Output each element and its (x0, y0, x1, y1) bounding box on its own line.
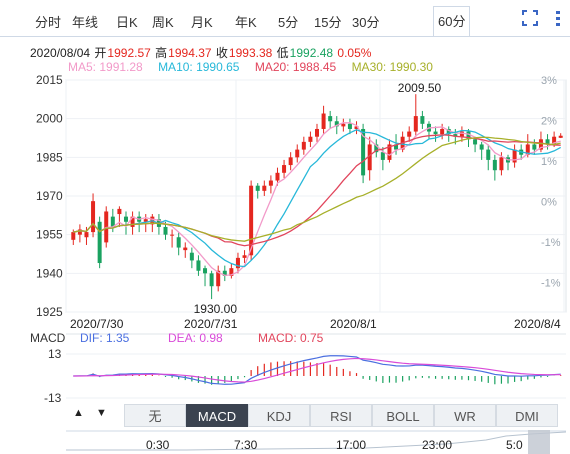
indicator-button-4[interactable]: BOLL (372, 404, 434, 427)
candle-body (433, 131, 438, 135)
candle-body (479, 144, 484, 150)
candle-body (275, 172, 280, 181)
candle-body (255, 185, 260, 191)
candle-body (558, 135, 563, 138)
candle-body (328, 116, 333, 122)
candlestick-chart[interactable]: 2015 2000 1985 1970 1955 1940 1925 3% 2% 1% 0% -1% -… (0, 0, 570, 404)
candle-body (176, 237, 181, 248)
y-right-tick-label: -1% (541, 237, 561, 249)
timeline-label-0: 0:30 (146, 438, 170, 452)
y-right-tick-label: 0% (541, 197, 557, 209)
candle-body (189, 252, 194, 261)
candle-body (163, 226, 168, 235)
y-right-tick-label: 1% (541, 156, 557, 168)
candle-body (84, 232, 89, 238)
candle-body (459, 131, 464, 137)
y-tick-label: 1925 (36, 305, 63, 319)
candle-body (440, 128, 445, 135)
candle-body (380, 152, 385, 160)
y-tick-label: 2000 (36, 112, 63, 126)
candle-body (282, 165, 287, 173)
candle-body (97, 221, 102, 264)
timeline-label-2: 17:00 (336, 438, 367, 452)
candle-body (242, 255, 247, 258)
timeline-bar[interactable]: 0:30 7:30 17:00 23:00 5:0 (66, 430, 566, 454)
x-tick-label: 2020/7/31 (184, 317, 238, 331)
y-tick-label: 1955 (36, 228, 63, 242)
candle-body (473, 139, 478, 145)
candle-body (486, 149, 491, 160)
candle-body (308, 136, 313, 142)
macd-legend: MACD: 0.75 (258, 331, 324, 345)
indicator-button-2[interactable]: KDJ (248, 404, 310, 427)
candle-body (341, 123, 346, 127)
candle-body (183, 247, 188, 251)
candle-body (196, 260, 201, 271)
y-tick-label: 2015 (36, 73, 63, 87)
macd-title: MACD (30, 331, 66, 345)
macd-tick-top: 13 (48, 347, 62, 361)
indicator-button-3[interactable]: RSI (310, 404, 372, 427)
indicator-button-5[interactable]: WR (434, 404, 496, 427)
candle-body (301, 141, 306, 150)
indicator-button-6[interactable]: DMI (496, 404, 558, 427)
x-tick-label: 2020/7/30 (70, 317, 124, 331)
candle-body (71, 232, 76, 240)
candle-body (123, 216, 128, 222)
candle-body (413, 116, 418, 132)
y-tick-label: 1940 (36, 266, 63, 280)
candle-body (170, 234, 175, 236)
candle-body (532, 144, 537, 150)
candle-body (268, 180, 273, 186)
x-tick-label: 2020/8/1 (330, 317, 377, 331)
candle-body (492, 159, 497, 171)
timeline-label-4: 5:0 (506, 438, 523, 452)
indicator-button-0[interactable]: 无 (124, 404, 186, 427)
candle-body (315, 128, 319, 137)
y-right-tick-label: -1% (541, 278, 561, 290)
ma5-line (73, 122, 561, 277)
low-annotation: 1930.00 (194, 302, 238, 316)
timeline-sparkline (66, 430, 566, 454)
candle-body (420, 116, 425, 124)
candle-body (295, 149, 300, 158)
candle-body (91, 201, 96, 233)
candle-body (407, 131, 412, 137)
y-tick-label: 1985 (36, 150, 63, 164)
indicator-bar: ▲ ▼ 无 MACD KDJ RSI BOLL WR DMI (66, 404, 566, 428)
timeline-label-1: 7:30 (234, 438, 258, 452)
candle-body (499, 157, 504, 171)
indicator-button-1[interactable]: MACD (186, 404, 248, 427)
candle-body (347, 123, 352, 129)
scroll-left-icon[interactable]: ▲ (73, 407, 84, 419)
y-tick-label: 1970 (36, 189, 63, 203)
high-annotation: 2009.50 (398, 81, 442, 95)
dif-legend: DIF: 1.35 (80, 331, 130, 345)
candle-body (321, 113, 326, 129)
candle-body (288, 157, 293, 166)
dea-legend: DEA: 0.98 (168, 331, 223, 345)
scroll-down-icon[interactable]: ▼ (96, 407, 107, 419)
timeline-label-3: 23:00 (422, 438, 453, 452)
macd-tick-bottom: -13 (44, 391, 62, 404)
y-right-tick-label: 3% (541, 75, 557, 87)
candle-body (209, 273, 214, 287)
candle-body (203, 268, 208, 274)
candle-body (117, 208, 122, 215)
candle-body (262, 185, 267, 191)
y-right-tick-label: 2% (541, 116, 557, 128)
x-tick-label: 2020/8/4 (514, 317, 561, 331)
